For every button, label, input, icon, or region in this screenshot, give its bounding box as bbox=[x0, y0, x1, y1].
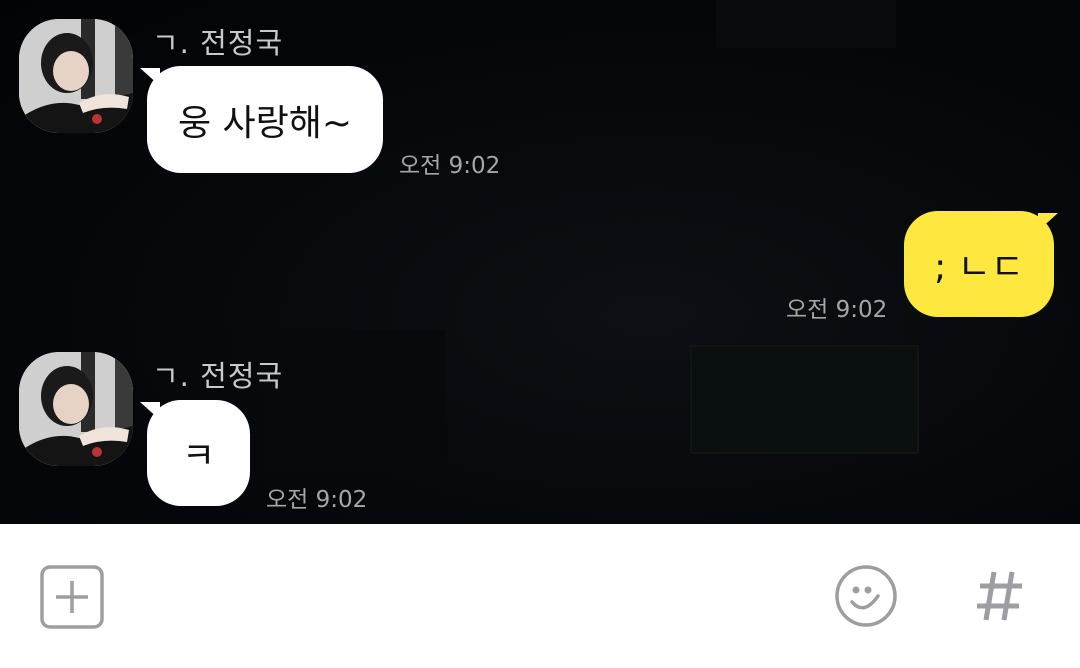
input-bar bbox=[0, 524, 1080, 668]
message-time: 오전 9:02 bbox=[399, 153, 501, 179]
hashtag-button[interactable] bbox=[974, 568, 1026, 628]
message-bubble[interactable]: ㅋ bbox=[147, 400, 250, 506]
chat-area[interactable]: ㄱ. 전정국 웅 사랑해~ 오전 9:02 ; ㄴㄷ 오전 9:02 ㄱ. 전정… bbox=[0, 0, 1080, 524]
background-shape bbox=[690, 345, 919, 454]
message-time: 오전 9:02 bbox=[786, 297, 888, 323]
add-button[interactable] bbox=[40, 565, 104, 633]
hashtag-icon bbox=[977, 571, 1022, 621]
avatar-photo-icon bbox=[19, 352, 133, 466]
avatar[interactable] bbox=[19, 352, 133, 466]
avatar-photo-icon bbox=[19, 19, 133, 133]
plus-square-icon bbox=[40, 565, 104, 629]
emoji-icon bbox=[835, 565, 897, 627]
background-shape bbox=[716, 0, 896, 48]
message-bubble[interactable]: 웅 사랑해~ bbox=[147, 66, 383, 173]
message-text: ; ㄴㄷ bbox=[934, 247, 1024, 288]
sender-name: ㄱ. 전정국 bbox=[152, 26, 284, 60]
message-text: ㅋ bbox=[181, 436, 216, 477]
my-message-bubble[interactable]: ; ㄴㄷ bbox=[904, 211, 1054, 317]
emoji-button[interactable] bbox=[834, 564, 898, 632]
avatar[interactable] bbox=[19, 19, 133, 133]
sender-name: ㄱ. 전정국 bbox=[152, 359, 284, 393]
message-time: 오전 9:02 bbox=[266, 487, 368, 513]
background-shape bbox=[265, 330, 445, 470]
message-text: 웅 사랑해~ bbox=[177, 102, 353, 144]
